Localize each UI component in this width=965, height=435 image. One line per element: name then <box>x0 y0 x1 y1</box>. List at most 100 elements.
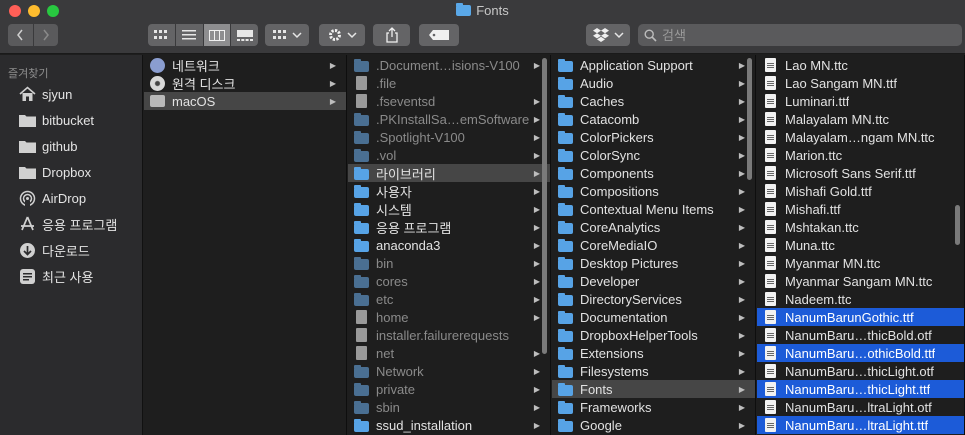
file-row[interactable]: Lao Sangam MN.ttf <box>757 74 964 92</box>
file-row[interactable]: Caches ▶ <box>552 92 755 110</box>
column-4-scrollbar[interactable] <box>955 205 960 245</box>
file-row[interactable]: Mishafi Gold.ttf <box>757 182 964 200</box>
file-row[interactable]: Audio ▶ <box>552 74 755 92</box>
group-by-button[interactable] <box>265 24 309 46</box>
file-row[interactable]: Application Support ▶ <box>552 56 755 74</box>
icon-view-button[interactable] <box>148 24 176 46</box>
search-input[interactable] <box>662 27 952 43</box>
action-menu-button[interactable] <box>319 24 365 46</box>
file-row[interactable]: 라이브러리 ▶ <box>348 164 550 182</box>
file-row[interactable]: cores ▶ <box>348 272 550 290</box>
folder-icon <box>354 418 369 432</box>
file-row[interactable]: Frameworks ▶ <box>552 398 755 416</box>
file-row[interactable]: Catacomb ▶ <box>552 110 755 128</box>
browser-column-4[interactable]: Lao MN.ttc Lao Sangam MN.ttf Luminari.ttf M… <box>757 55 965 435</box>
file-row[interactable]: Components ▶ <box>552 164 755 182</box>
file-row[interactable]: Google ▶ <box>552 416 755 434</box>
file-row[interactable]: Fonts ▶ <box>552 380 755 398</box>
list-view-button[interactable] <box>175 24 204 46</box>
file-row[interactable]: ColorSync ▶ <box>552 146 755 164</box>
file-row[interactable]: .Document…isions-V100 ▶ <box>348 56 550 74</box>
folder-icon <box>558 130 573 144</box>
gallery-view-button[interactable] <box>231 24 258 46</box>
file-row[interactable]: 네트워크 ▶ <box>144 56 346 74</box>
file-row[interactable]: CoreMediaIO ▶ <box>552 236 755 254</box>
column-3-scrollbar[interactable] <box>747 58 752 180</box>
sidebar-item-downloads[interactable]: 다운로드 <box>0 237 142 263</box>
file-row[interactable]: 시스템 ▶ <box>348 200 550 218</box>
file-row[interactable]: private ▶ <box>348 380 550 398</box>
file-row[interactable]: Extensions ▶ <box>552 344 755 362</box>
file-row[interactable]: installer.failurerequests <box>348 326 550 344</box>
file-row[interactable]: etc ▶ <box>348 290 550 308</box>
disclosure-arrow-icon: ▶ <box>533 348 540 358</box>
browser-column-3[interactable]: Application Support ▶ Audio ▶ Caches ▶ Catacom… <box>552 55 756 435</box>
sidebar-item-home[interactable]: sjyun <box>0 81 142 107</box>
file-row[interactable]: 응용 프로그램 ▶ <box>348 218 550 236</box>
file-row[interactable]: NanumBaru…othicBold.ttf <box>757 344 964 362</box>
browser-column-1[interactable]: 네트워크 ▶ 원격 디스크 ▶ macOS ▶ <box>144 55 347 435</box>
browser-column-2[interactable]: .Document…isions-V100 ▶ .file .fseventsd ▶ .P… <box>348 55 551 435</box>
file-row[interactable]: Malayalam…ngam MN.ttc <box>757 128 964 146</box>
edit-tags-button[interactable] <box>419 24 459 46</box>
file-row[interactable]: .file <box>348 74 550 92</box>
file-row[interactable]: Luminari.ttf <box>757 92 964 110</box>
file-row[interactable]: ssud_installation ▶ <box>348 416 550 434</box>
sidebar-item-airdrop[interactable]: AirDrop <box>0 185 142 211</box>
file-row[interactable]: Desktop Pictures ▶ <box>552 254 755 272</box>
file-row[interactable]: 원격 디스크 ▶ <box>144 74 346 92</box>
back-button[interactable] <box>8 24 34 46</box>
share-button[interactable] <box>373 24 410 46</box>
file-row[interactable]: NanumBaru…ltraLight.otf <box>757 398 964 416</box>
file-row[interactable]: net ▶ <box>348 344 550 362</box>
file-row[interactable]: NanumBaru…ltraLight.ttf <box>757 416 964 434</box>
file-row[interactable]: Muna.ttc <box>757 236 964 254</box>
file-row[interactable]: Microsoft Sans Serif.ttf <box>757 164 964 182</box>
file-row[interactable]: NanumBarunGothic.ttf <box>757 308 964 326</box>
sidebar-item-recents[interactable]: 최근 사용 <box>0 263 142 289</box>
file-row[interactable]: home ▶ <box>348 308 550 326</box>
file-row[interactable]: DirectoryServices ▶ <box>552 290 755 308</box>
file-row[interactable]: ColorPickers ▶ <box>552 128 755 146</box>
sidebar-item-label: AirDrop <box>42 190 87 206</box>
file-row[interactable]: NanumBaru…thicBold.otf <box>757 326 964 344</box>
file-row[interactable]: bin ▶ <box>348 254 550 272</box>
file-row[interactable]: Documentation ▶ <box>552 308 755 326</box>
file-row[interactable]: NanumBaru…thicLight.otf <box>757 362 964 380</box>
file-row[interactable]: macOS ▶ <box>144 92 346 110</box>
file-row[interactable]: .fseventsd ▶ <box>348 92 550 110</box>
file-row[interactable]: CoreAnalytics ▶ <box>552 218 755 236</box>
file-row[interactable]: 사용자 ▶ <box>348 182 550 200</box>
file-row[interactable]: Mishafi.ttf <box>757 200 964 218</box>
file-row[interactable]: Developer ▶ <box>552 272 755 290</box>
sidebar-item-applications[interactable]: 응용 프로그램 <box>0 211 142 237</box>
file-row[interactable]: sbin ▶ <box>348 398 550 416</box>
sidebar-item-bitbucket[interactable]: bitbucket <box>0 107 142 133</box>
forward-button[interactable] <box>33 24 58 46</box>
file-row[interactable]: Contextual Menu Items ▶ <box>552 200 755 218</box>
file-row[interactable]: Myanmar Sangam MN.ttc <box>757 272 964 290</box>
file-row[interactable]: DropboxHelperTools ▶ <box>552 326 755 344</box>
file-row[interactable]: Network ▶ <box>348 362 550 380</box>
dropbox-button[interactable] <box>586 24 630 46</box>
file-row[interactable]: Lao MN.ttc <box>757 56 964 74</box>
file-row[interactable]: Marion.ttc <box>757 146 964 164</box>
file-row[interactable]: Myanmar MN.ttc <box>757 254 964 272</box>
search-field[interactable] <box>638 24 962 46</box>
file-row[interactable]: .Spotlight-V100 ▶ <box>348 128 550 146</box>
file-row[interactable]: Nadeem.ttc <box>757 290 964 308</box>
file-row[interactable]: .vol ▶ <box>348 146 550 164</box>
file-row[interactable]: Filesystems ▶ <box>552 362 755 380</box>
file-row[interactable]: NanumBaru…thicLight.ttf <box>757 380 964 398</box>
file-row[interactable]: .PKInstallSa…emSoftware ▶ <box>348 110 550 128</box>
sidebar-item-github[interactable]: github <box>0 133 142 159</box>
file-row[interactable]: anaconda3 ▶ <box>348 236 550 254</box>
column-2-scrollbar[interactable] <box>542 58 547 354</box>
file-row[interactable]: Compositions ▶ <box>552 182 755 200</box>
column-view-button[interactable] <box>203 24 232 46</box>
file-row[interactable]: Malayalam MN.ttc <box>757 110 964 128</box>
folder-icon <box>558 328 573 342</box>
file-row-label: Luminari.ttf <box>785 93 850 109</box>
sidebar-item-dropbox[interactable]: Dropbox <box>0 159 142 185</box>
file-row[interactable]: Mshtakan.ttc <box>757 218 964 236</box>
